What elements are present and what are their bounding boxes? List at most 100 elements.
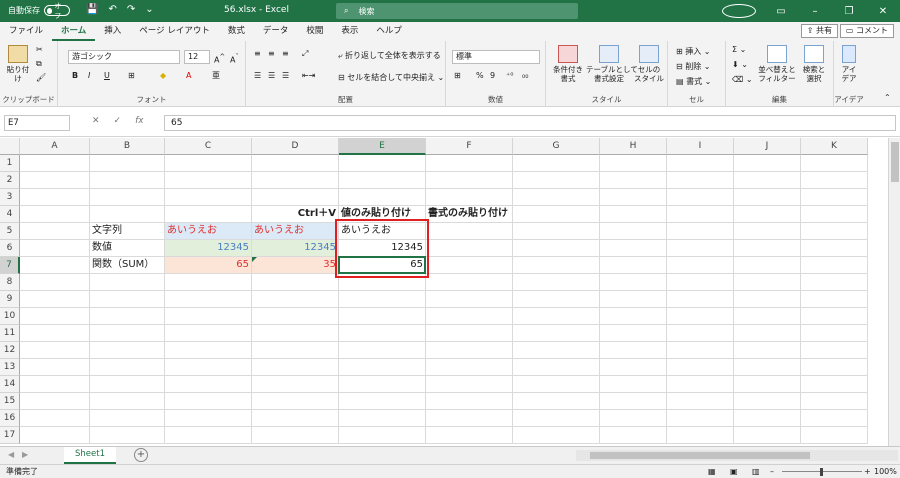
cell-A16[interactable] bbox=[20, 410, 90, 427]
cell-K5[interactable] bbox=[801, 223, 868, 240]
share-button[interactable]: ⇪ 共有 bbox=[800, 24, 838, 38]
cell-C11[interactable] bbox=[165, 325, 252, 342]
cell-F3[interactable] bbox=[426, 189, 513, 206]
column-header-G[interactable]: G bbox=[513, 138, 600, 155]
row-header-13[interactable]: 13 bbox=[0, 359, 20, 376]
cell-H10[interactable] bbox=[600, 308, 667, 325]
cell-F13[interactable] bbox=[426, 359, 513, 376]
cell-E5[interactable]: あいうえお bbox=[339, 223, 426, 240]
cell-D10[interactable] bbox=[252, 308, 339, 325]
cell-H6[interactable] bbox=[600, 240, 667, 257]
cell-C5[interactable]: あいうえお bbox=[165, 223, 252, 240]
ribbon-display-icon[interactable]: ▭ bbox=[764, 6, 798, 17]
copy-icon[interactable]: ⧉ bbox=[36, 59, 42, 69]
format-as-table-button[interactable]: テーブルとして 書式設定 bbox=[586, 45, 638, 83]
enter-icon[interactable]: ✓ bbox=[114, 116, 122, 126]
row-header-5[interactable]: 5 bbox=[0, 223, 20, 240]
comma-icon[interactable]: 9 bbox=[490, 71, 495, 81]
cell-D14[interactable] bbox=[252, 376, 339, 393]
cell-A1[interactable] bbox=[20, 155, 90, 172]
cell-C8[interactable] bbox=[165, 274, 252, 291]
cell-J15[interactable] bbox=[734, 393, 801, 410]
cancel-icon[interactable]: ✕ bbox=[92, 116, 100, 126]
vertical-scroll-thumb[interactable] bbox=[891, 142, 899, 182]
font-size-select[interactable]: 12 bbox=[184, 50, 210, 64]
cell-J3[interactable] bbox=[734, 189, 801, 206]
cell-C4[interactable] bbox=[165, 206, 252, 223]
cell-C14[interactable] bbox=[165, 376, 252, 393]
cell-I13[interactable] bbox=[667, 359, 734, 376]
cell-I14[interactable] bbox=[667, 376, 734, 393]
formula-input[interactable]: 65 bbox=[164, 115, 896, 131]
cell-E13[interactable] bbox=[339, 359, 426, 376]
currency-icon[interactable]: ⊞ bbox=[454, 71, 461, 81]
cell-I10[interactable] bbox=[667, 308, 734, 325]
cell-H4[interactable] bbox=[600, 206, 667, 223]
cell-A7[interactable] bbox=[20, 257, 90, 274]
cell-J6[interactable] bbox=[734, 240, 801, 257]
align-right-icon[interactable]: ☰ bbox=[282, 71, 289, 81]
column-header-E[interactable]: E bbox=[339, 138, 426, 155]
cell-J13[interactable] bbox=[734, 359, 801, 376]
cell-C10[interactable] bbox=[165, 308, 252, 325]
cell-J16[interactable] bbox=[734, 410, 801, 427]
zoom-level[interactable]: 100% bbox=[874, 465, 897, 478]
cell-I12[interactable] bbox=[667, 342, 734, 359]
page-layout-icon[interactable]: ▣ bbox=[730, 465, 738, 478]
cell-C3[interactable] bbox=[165, 189, 252, 206]
cell-K2[interactable] bbox=[801, 172, 868, 189]
cell-G6[interactable] bbox=[513, 240, 600, 257]
cell-H7[interactable] bbox=[600, 257, 667, 274]
cell-A8[interactable] bbox=[20, 274, 90, 291]
row-header-16[interactable]: 16 bbox=[0, 410, 20, 427]
column-header-A[interactable]: A bbox=[20, 138, 90, 155]
cell-E1[interactable] bbox=[339, 155, 426, 172]
cell-E15[interactable] bbox=[339, 393, 426, 410]
customize-qat-icon[interactable]: ⌄ bbox=[145, 4, 153, 15]
cell-F1[interactable] bbox=[426, 155, 513, 172]
cell-A10[interactable] bbox=[20, 308, 90, 325]
next-sheet-icon[interactable]: ▶ bbox=[22, 450, 28, 460]
cell-K11[interactable] bbox=[801, 325, 868, 342]
zoom-slider-thumb[interactable] bbox=[820, 468, 823, 476]
number-format-select[interactable]: 標準 bbox=[452, 50, 540, 64]
cell-D11[interactable] bbox=[252, 325, 339, 342]
cell-K14[interactable] bbox=[801, 376, 868, 393]
cell-K10[interactable] bbox=[801, 308, 868, 325]
wrap-text-button[interactable]: ⤶ 折り返して全体を表示する bbox=[338, 51, 441, 61]
cell-F11[interactable] bbox=[426, 325, 513, 342]
cell-G8[interactable] bbox=[513, 274, 600, 291]
row-header-7[interactable]: 7 bbox=[0, 257, 20, 274]
cell-J9[interactable] bbox=[734, 291, 801, 308]
cell-J14[interactable] bbox=[734, 376, 801, 393]
cell-D6[interactable]: 12345 bbox=[252, 240, 339, 257]
cell-A13[interactable] bbox=[20, 359, 90, 376]
cell-J4[interactable] bbox=[734, 206, 801, 223]
cell-G14[interactable] bbox=[513, 376, 600, 393]
cut-icon[interactable]: ✂ bbox=[36, 45, 43, 55]
cell-H1[interactable] bbox=[600, 155, 667, 172]
cell-I16[interactable] bbox=[667, 410, 734, 427]
cell-E2[interactable] bbox=[339, 172, 426, 189]
orientation-icon[interactable]: ⤢ bbox=[302, 49, 308, 59]
borders-icon[interactable]: ⊞ bbox=[128, 71, 135, 81]
cell-H16[interactable] bbox=[600, 410, 667, 427]
column-header-J[interactable]: J bbox=[734, 138, 801, 155]
cell-H9[interactable] bbox=[600, 291, 667, 308]
cell-B17[interactable] bbox=[90, 427, 165, 444]
cell-E17[interactable] bbox=[339, 427, 426, 444]
cell-C6[interactable]: 12345 bbox=[165, 240, 252, 257]
cell-F17[interactable] bbox=[426, 427, 513, 444]
cell-A3[interactable] bbox=[20, 189, 90, 206]
cell-D16[interactable] bbox=[252, 410, 339, 427]
minimize-icon[interactable]: – bbox=[798, 6, 832, 17]
cell-A2[interactable] bbox=[20, 172, 90, 189]
shrink-font-icon[interactable]: Aˇ bbox=[230, 52, 239, 66]
insert-cells-button[interactable]: ⊞ 挿入 ⌄ bbox=[676, 47, 711, 57]
cell-J12[interactable] bbox=[734, 342, 801, 359]
fill-color-icon[interactable]: ◆ bbox=[160, 71, 166, 81]
cell-I5[interactable] bbox=[667, 223, 734, 240]
cell-G10[interactable] bbox=[513, 308, 600, 325]
account-avatar[interactable] bbox=[722, 4, 756, 18]
row-header-15[interactable]: 15 bbox=[0, 393, 20, 410]
